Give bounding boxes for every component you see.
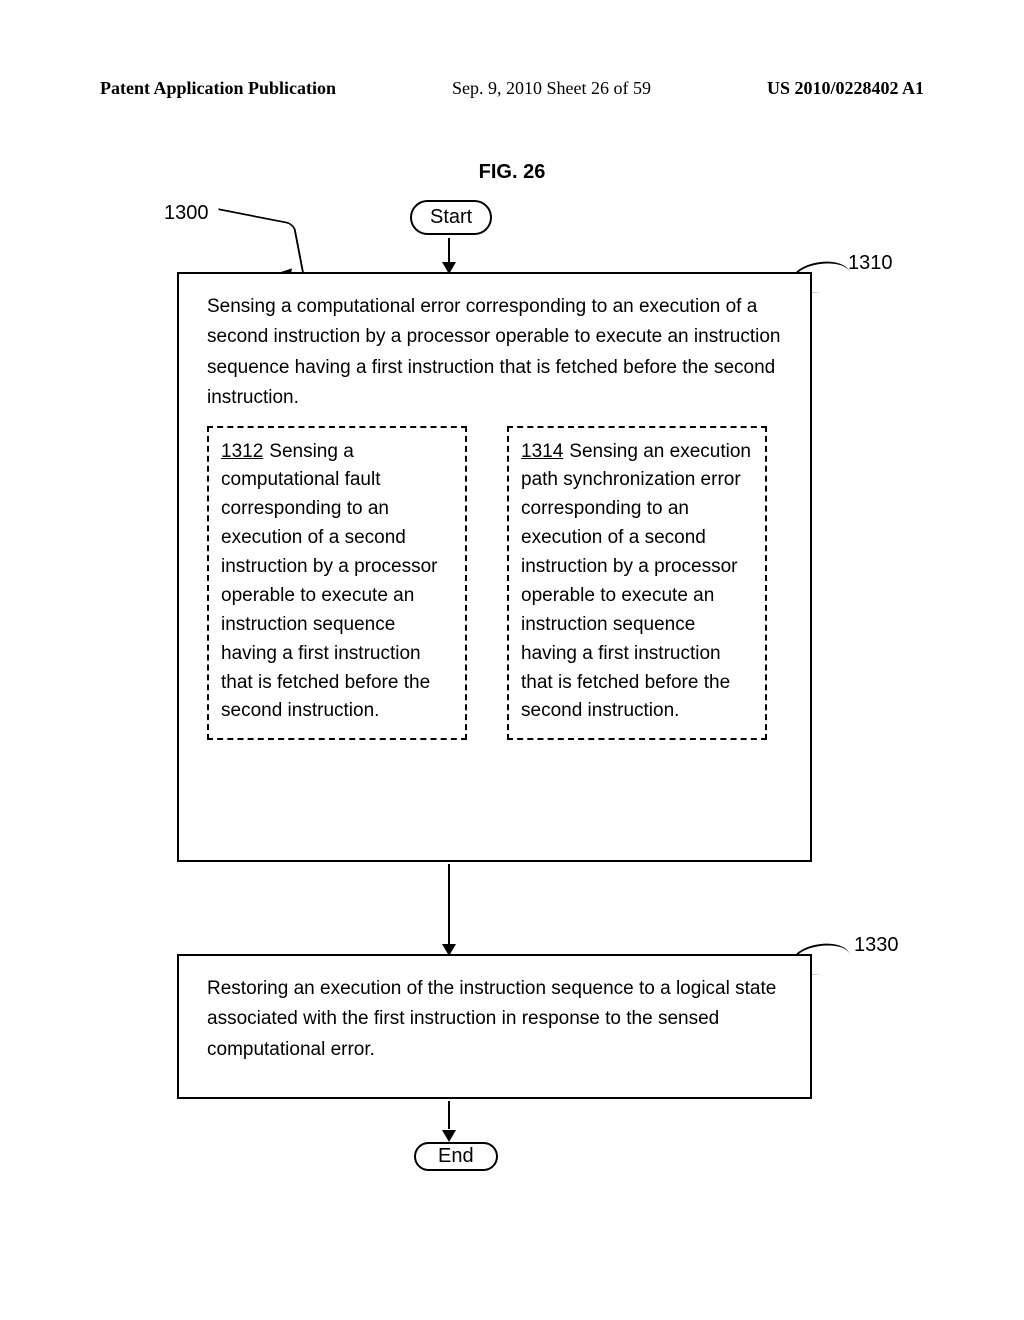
substeps-wrap: 1312Sensing a computational fault corres… — [207, 426, 782, 741]
page-header: Patent Application Publication Sep. 9, 2… — [0, 0, 1024, 99]
header-mid: Sep. 9, 2010 Sheet 26 of 59 — [452, 78, 651, 99]
arrow-line-1330-to-end — [448, 1101, 450, 1129]
ref-1300: 1300 — [164, 202, 209, 225]
header-right: US 2010/0228402 A1 — [767, 78, 924, 99]
step-1310-box: Sensing a computational error correspond… — [177, 272, 812, 862]
step-1330-box: Restoring an execution of the instructio… — [177, 954, 812, 1099]
substep-1314-text: Sensing an execution path synchronizatio… — [521, 441, 751, 722]
step-1330-text: Restoring an execution of the instructio… — [207, 974, 782, 1065]
arrow-line-1310-to-1330 — [448, 864, 450, 944]
arrowhead-into-end — [442, 1130, 456, 1142]
substep-1312-ref: 1312 — [221, 441, 263, 462]
ref-1330: 1330 — [854, 934, 899, 957]
end-node: End — [414, 1142, 498, 1171]
ref-1310: 1310 — [848, 252, 893, 275]
arrow-line-start-to-1310 — [448, 238, 450, 262]
header-left: Patent Application Publication — [100, 78, 336, 99]
step-1310-text: Sensing a computational error correspond… — [207, 292, 782, 414]
substep-1314: 1314Sensing an execution path synchroniz… — [507, 426, 767, 741]
substep-1314-ref: 1314 — [521, 441, 563, 462]
substep-1312-text: Sensing a computational fault correspond… — [221, 441, 438, 722]
flowchart: 1300 Start 1310 Sensing a computational … — [132, 184, 892, 1204]
start-node: Start — [410, 200, 492, 235]
page: Patent Application Publication Sep. 9, 2… — [0, 0, 1024, 1320]
substep-1312: 1312Sensing a computational fault corres… — [207, 426, 467, 741]
figure-label: FIG. 26 — [0, 161, 1024, 184]
